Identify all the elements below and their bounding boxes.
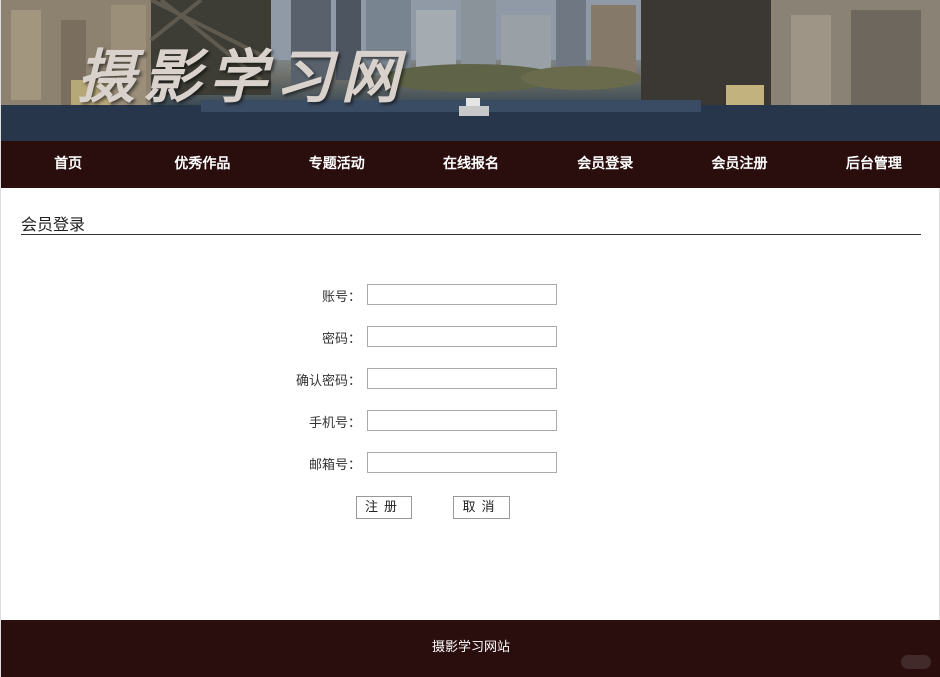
confirm-password-label: 确认密码： (295, 374, 361, 389)
email-input[interactable] (367, 452, 557, 473)
account-label: 账号： (321, 290, 361, 305)
register-button[interactable]: 注册 (356, 496, 412, 519)
nav-item-online-signup[interactable]: 在线报名 (404, 141, 538, 188)
watermark-badge-icon (901, 655, 931, 669)
main-nav: 首页 优秀作品 专题活动 在线报名 会员登录 会员注册 后台管理 (1, 141, 940, 188)
nav-item-member-register[interactable]: 会员注册 (672, 141, 806, 188)
nav-item-featured-works[interactable]: 优秀作品 (135, 141, 269, 188)
nav-item-home[interactable]: 首页 (1, 141, 135, 188)
footer-text: 摄影学习网站 (431, 640, 510, 655)
form-row-password: 密码： (1, 326, 940, 347)
form-row-phone: 手机号： (1, 410, 940, 431)
cancel-button[interactable]: 取消 (453, 496, 510, 519)
email-label: 邮箱号： (308, 458, 361, 473)
page: 摄影学习网 首页 优秀作品 专题活动 在线报名 会员登录 会员注册 后台管理 会… (0, 0, 940, 677)
account-input[interactable] (367, 284, 557, 305)
nav-item-admin[interactable]: 后台管理 (807, 141, 940, 188)
phone-input[interactable] (367, 410, 557, 431)
password-label: 密码： (321, 332, 361, 347)
confirm-password-input[interactable] (367, 368, 557, 389)
form-row-confirm-password: 确认密码： (1, 368, 940, 389)
password-input[interactable] (367, 326, 557, 347)
page-title: 会员登录 (21, 211, 921, 235)
nav-item-special-events[interactable]: 专题活动 (270, 141, 404, 188)
site-footer: 摄影学习网站 (1, 620, 940, 677)
form-row-account: 账号： (1, 284, 940, 305)
phone-label: 手机号： (308, 416, 361, 431)
site-logo-title: 摄影学习网 (77, 43, 408, 111)
form-row-email: 邮箱号： (1, 452, 940, 473)
nav-item-member-login[interactable]: 会员登录 (538, 141, 672, 188)
header-banner: 摄影学习网 (1, 0, 940, 141)
